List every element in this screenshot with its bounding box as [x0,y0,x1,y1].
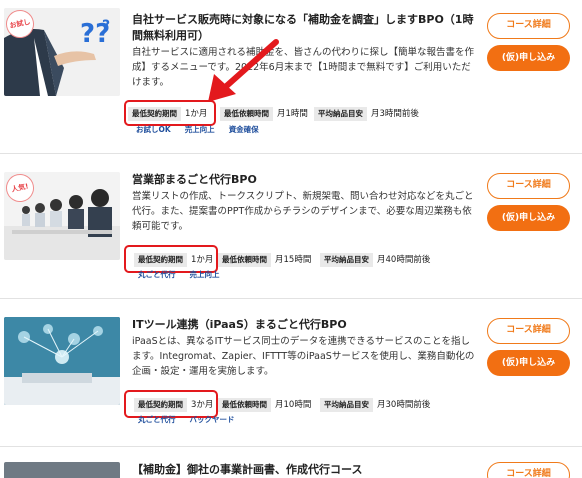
divider [0,446,582,447]
it-network-image [4,317,120,405]
category-tag[interactable]: 丸ごと代行 [138,415,176,424]
course-detail-button[interactable]: コース詳細 [487,318,570,344]
service-title[interactable]: 自社サービス販売時に対象になる「補助金を調査」しますBPO（1時間無料利用可） [132,12,477,44]
service-description: 自社サービスに適用される補助金を、皆さんの代わりに探し【簡単な報告書を作成】する… [132,47,475,88]
min-hours-value: 月1時間 [277,109,308,119]
service-thumbnail[interactable]: ?? ? お試し [4,8,120,96]
min-hours-value: 月10時間 [275,400,312,410]
category-tag[interactable]: 資金確保 [229,125,259,134]
min-hours-label: 最低依頼時間 [220,107,273,121]
svg-text:?: ? [102,18,110,34]
category-tags: 丸ごと代行 バックヤード [138,414,249,425]
service-thumbnail[interactable]: 人気! [4,172,120,260]
apply-button[interactable]: (仮)申し込み [487,205,570,231]
service-item: 人気! 営業部まるごと代行BPO 営業リストの作成、トークスクリプト、新規架電、… [0,160,582,300]
apply-button[interactable]: (仮)申し込み [487,45,570,71]
min-hours-label: 最低依頼時間 [218,253,271,267]
delivery-label: 平均納品目安 [320,398,373,412]
service-title[interactable]: 【補助金】御社の事業計画書、作成代行コース [132,462,477,478]
delivery-value: 月30時間前後 [377,400,431,410]
course-detail-button[interactable]: コース詳細 [487,13,570,39]
service-description: 営業リストの作成、トークスクリプト、新規架電、問い合わせ対応などを丸ごと代行。ま… [132,191,474,232]
red-arrow-annotation [208,39,279,102]
service-thumbnail[interactable] [4,462,120,478]
delivery-label: 平均納品目安 [314,107,367,121]
service-title[interactable]: ITツール連携（iPaaS）まるごと代行BPO [132,317,477,333]
min-hours-value: 月15時間 [275,255,312,265]
category-tag[interactable]: 売上向上 [185,125,215,134]
apply-button[interactable]: (仮)申し込み [487,350,570,376]
category-tags: お試しOK 売上向上 資金確保 [136,124,273,135]
category-tag[interactable]: 丸ごと代行 [138,270,176,279]
course-detail-button[interactable]: コース詳細 [487,462,570,478]
service-item: ?? ? お試し 自社サービス販売時に対象になる「補助金を調査」しますBPO（1… [0,0,582,150]
category-tag[interactable]: お試しOK [136,125,171,134]
category-tags: 丸ごと代行 売上向上 [138,269,234,280]
delivery-label: 平均納品目安 [320,253,373,267]
course-detail-button[interactable]: コース詳細 [487,173,570,199]
service-item: ITツール連携（iPaaS）まるごと代行BPO iPaaSとは、異なるITサービ… [0,305,582,445]
service-thumbnail[interactable] [4,317,120,405]
service-title[interactable]: 営業部まるごと代行BPO [132,172,477,188]
delivery-value: 月40時間前後 [377,255,431,265]
delivery-value: 月3時間前後 [371,109,419,119]
divider [0,298,582,299]
service-description: iPaaSとは、異なるITサービス同士のデータを連携できるサービスのことを指しま… [132,336,475,377]
service-item: 【補助金】御社の事業計画書、作成代行コース コース詳細 [0,452,582,478]
category-tag[interactable]: バックヤード [190,415,235,424]
category-tag[interactable]: 売上向上 [190,270,220,279]
divider [0,153,582,154]
min-hours-label: 最低依頼時間 [218,398,271,412]
